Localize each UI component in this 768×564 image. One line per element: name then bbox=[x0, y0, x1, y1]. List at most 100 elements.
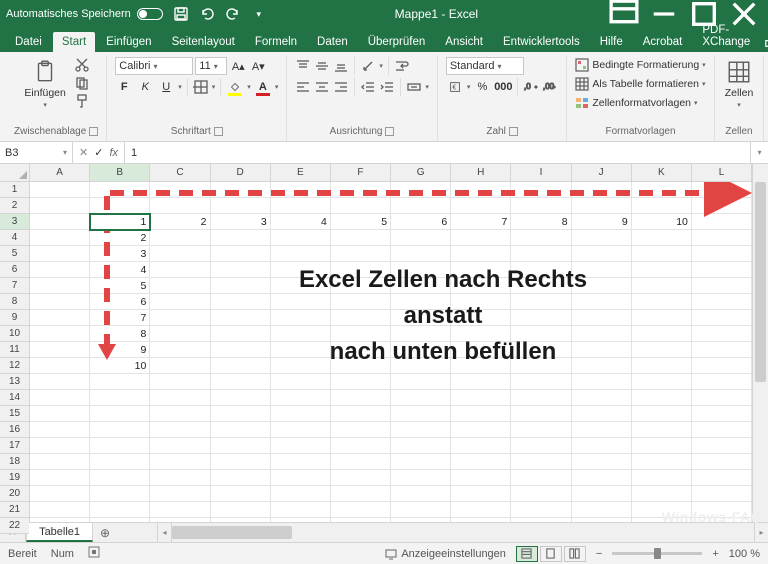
save-icon[interactable] bbox=[173, 6, 189, 22]
comma-format-icon[interactable]: 000 bbox=[494, 78, 512, 96]
cell[interactable] bbox=[211, 470, 271, 486]
cell[interactable] bbox=[331, 422, 391, 438]
row-header[interactable]: 15 bbox=[0, 406, 29, 422]
cell[interactable]: 10 bbox=[632, 214, 692, 230]
column-header[interactable]: H bbox=[451, 164, 511, 181]
cell[interactable] bbox=[150, 518, 210, 522]
cell[interactable] bbox=[451, 262, 511, 278]
tab-seitenlayout[interactable]: Seitenlayout bbox=[163, 32, 244, 52]
cell[interactable] bbox=[632, 406, 692, 422]
view-page-layout-icon[interactable] bbox=[540, 546, 562, 562]
cell[interactable]: 6 bbox=[391, 214, 451, 230]
cell[interactable] bbox=[511, 326, 571, 342]
dialog-launcher-icon[interactable] bbox=[385, 127, 394, 136]
row-header[interactable]: 21 bbox=[0, 502, 29, 518]
add-sheet-icon[interactable]: ⊕ bbox=[93, 523, 117, 542]
cell[interactable] bbox=[391, 182, 451, 198]
cell[interactable] bbox=[391, 422, 451, 438]
qat-dropdown-icon[interactable]: ▾ bbox=[251, 6, 267, 22]
cell[interactable] bbox=[150, 182, 210, 198]
cell[interactable] bbox=[150, 326, 210, 342]
cell[interactable] bbox=[211, 374, 271, 390]
cell[interactable] bbox=[692, 246, 752, 262]
share-icon[interactable] bbox=[763, 36, 768, 52]
cell[interactable] bbox=[451, 486, 511, 502]
cell[interactable] bbox=[572, 326, 632, 342]
cell[interactable] bbox=[30, 406, 90, 422]
cell[interactable] bbox=[572, 342, 632, 358]
merge-center-icon[interactable] bbox=[406, 79, 422, 95]
cell[interactable] bbox=[572, 294, 632, 310]
cell[interactable] bbox=[271, 358, 331, 374]
cell[interactable] bbox=[150, 406, 210, 422]
increase-indent-icon[interactable] bbox=[379, 79, 395, 95]
cell[interactable] bbox=[692, 214, 752, 230]
cell[interactable] bbox=[391, 310, 451, 326]
column-header[interactable]: A bbox=[30, 164, 90, 181]
row-header[interactable]: 7 bbox=[0, 278, 29, 294]
border-icon[interactable] bbox=[193, 79, 209, 95]
cell[interactable] bbox=[391, 326, 451, 342]
cell[interactable] bbox=[511, 262, 571, 278]
cell[interactable] bbox=[511, 294, 571, 310]
cell[interactable] bbox=[211, 422, 271, 438]
increase-font-icon[interactable]: A▴ bbox=[229, 57, 247, 75]
format-painter-icon[interactable] bbox=[74, 93, 90, 109]
italic-button[interactable]: K bbox=[136, 78, 154, 96]
cell[interactable] bbox=[572, 262, 632, 278]
underline-button[interactable]: U bbox=[157, 78, 175, 96]
cell[interactable] bbox=[511, 518, 571, 522]
cell[interactable] bbox=[692, 406, 752, 422]
cell[interactable] bbox=[211, 262, 271, 278]
zoom-slider[interactable] bbox=[612, 552, 702, 555]
cut-icon[interactable] bbox=[74, 57, 90, 73]
cell[interactable] bbox=[30, 326, 90, 342]
cell[interactable]: 3 bbox=[90, 246, 150, 262]
cell[interactable] bbox=[90, 438, 150, 454]
row-header[interactable]: 19 bbox=[0, 470, 29, 486]
cell[interactable] bbox=[211, 358, 271, 374]
cell[interactable] bbox=[632, 486, 692, 502]
row-header[interactable]: 8 bbox=[0, 294, 29, 310]
cell[interactable] bbox=[391, 454, 451, 470]
cell[interactable] bbox=[632, 438, 692, 454]
cell[interactable] bbox=[271, 438, 331, 454]
cell[interactable] bbox=[90, 422, 150, 438]
cell[interactable] bbox=[692, 390, 752, 406]
undo-icon[interactable] bbox=[199, 6, 215, 22]
paste-button[interactable]: Einfügen ▾ bbox=[22, 57, 67, 111]
row-header[interactable]: 5 bbox=[0, 246, 29, 262]
cell[interactable] bbox=[572, 374, 632, 390]
cell[interactable] bbox=[451, 182, 511, 198]
cell[interactable] bbox=[271, 294, 331, 310]
cell[interactable] bbox=[511, 486, 571, 502]
tab-daten[interactable]: Daten bbox=[308, 32, 357, 52]
align-middle-icon[interactable] bbox=[314, 58, 330, 74]
cell[interactable] bbox=[511, 390, 571, 406]
view-page-break-icon[interactable] bbox=[564, 546, 586, 562]
cell[interactable] bbox=[632, 294, 692, 310]
cell[interactable] bbox=[692, 358, 752, 374]
cell-styles-button[interactable]: Zellenformatvorlagen▾ bbox=[575, 95, 697, 111]
row-header[interactable]: 9 bbox=[0, 310, 29, 326]
tab-pdfxchange[interactable]: PDF-XChange bbox=[693, 20, 759, 52]
cell[interactable] bbox=[692, 438, 752, 454]
cell[interactable] bbox=[211, 230, 271, 246]
cell[interactable] bbox=[90, 182, 150, 198]
cell[interactable] bbox=[572, 502, 632, 518]
cell[interactable] bbox=[271, 390, 331, 406]
cell[interactable]: 2 bbox=[150, 214, 210, 230]
cell[interactable] bbox=[632, 230, 692, 246]
cell[interactable] bbox=[572, 518, 632, 522]
dialog-launcher-icon[interactable] bbox=[89, 127, 98, 136]
cell[interactable] bbox=[451, 438, 511, 454]
cell[interactable] bbox=[451, 454, 511, 470]
cell[interactable]: 5 bbox=[90, 278, 150, 294]
cell[interactable] bbox=[572, 390, 632, 406]
cell[interactable] bbox=[331, 518, 391, 522]
cell[interactable] bbox=[331, 182, 391, 198]
cell[interactable] bbox=[632, 390, 692, 406]
cell[interactable] bbox=[331, 374, 391, 390]
cell[interactable] bbox=[692, 342, 752, 358]
ribbon-options-icon[interactable] bbox=[606, 3, 642, 25]
